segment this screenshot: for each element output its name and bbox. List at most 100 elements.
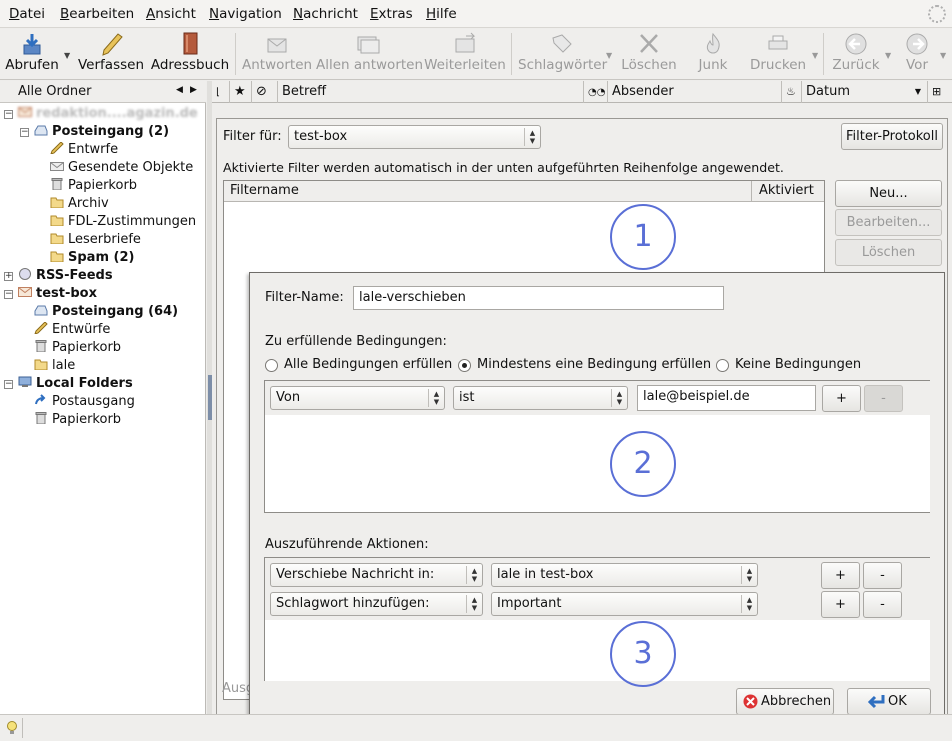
folder-lale[interactable]: lale bbox=[34, 358, 75, 376]
action2-target-select[interactable]: Important ▲ ▼ bbox=[491, 592, 758, 616]
add-action1-button[interactable]: + bbox=[821, 562, 860, 589]
drafts-pencil-icon bbox=[34, 322, 48, 334]
loeschen-filter-button[interactable]: Löschen bbox=[835, 239, 942, 266]
mail-account-icon bbox=[18, 287, 32, 297]
folder-papierkorb-1[interactable]: Papierkorb bbox=[50, 178, 137, 196]
menu-datei[interactable]: Datei bbox=[9, 6, 45, 22]
weiterleiten-button[interactable]: Weiterleiten bbox=[424, 29, 506, 79]
abrufen-button[interactable]: Abrufen bbox=[2, 29, 62, 79]
bearbeiten-button[interactable]: Bearbeiten... bbox=[835, 209, 942, 236]
abrufen-dropdown-icon[interactable]: ▼ bbox=[64, 51, 70, 60]
radio-mindestens-eine[interactable] bbox=[458, 359, 471, 372]
menu-extras[interactable]: Extras bbox=[370, 6, 413, 22]
trash-icon bbox=[35, 340, 47, 352]
neu-button[interactable]: Neu... bbox=[835, 180, 942, 207]
schlagwoerter-button[interactable]: Schlagwörter bbox=[518, 29, 607, 79]
forward-arrow-icon bbox=[906, 33, 928, 55]
junk-column[interactable]: ♨ bbox=[782, 81, 802, 103]
radio-alle-bedingungen[interactable] bbox=[265, 359, 278, 372]
star-column[interactable]: ★ bbox=[230, 81, 252, 103]
condition-field-select[interactable]: Von ▲ ▼ bbox=[270, 386, 445, 410]
folder-view-prev-icon[interactable]: ◀ bbox=[176, 85, 183, 95]
activity-throbber-icon bbox=[928, 5, 946, 23]
folder-spam[interactable]: Spam (2) bbox=[50, 250, 134, 268]
reply-all-icon bbox=[357, 36, 380, 54]
remove-action1-button[interactable]: - bbox=[863, 562, 902, 589]
radio-keine-label[interactable]: Keine Bedingungen bbox=[735, 357, 861, 372]
radio-mindestens-label[interactable]: Mindestens eine Bedingung erfüllen bbox=[477, 357, 711, 372]
filter-protokoll-button[interactable]: Filter-Protokoll bbox=[841, 123, 943, 150]
filter-for-select[interactable]: test-box ▲ ▼ bbox=[288, 125, 541, 149]
loeschen-button[interactable]: Löschen bbox=[618, 29, 680, 79]
radio-alle-label[interactable]: Alle Bedingungen erfüllen bbox=[284, 357, 452, 372]
column-aktiviert[interactable]: Aktiviert bbox=[759, 183, 814, 198]
menu-hilfe[interactable]: Hilfe bbox=[426, 6, 457, 22]
allen-antworten-button[interactable]: Allen antworten bbox=[316, 29, 423, 79]
zurueck-button[interactable]: Zurück bbox=[828, 29, 884, 79]
condition-value-input[interactable]: lale@beispiel.de bbox=[637, 385, 816, 411]
account-local-folders[interactable]: Local Folders bbox=[18, 376, 133, 394]
collapse-local-icon[interactable]: − bbox=[4, 380, 13, 389]
folder-fdl-zustimmungen[interactable]: FDL-Zustimmungen bbox=[50, 214, 196, 232]
action1-target-select[interactable]: lale in test-box ▲ ▼ bbox=[491, 563, 758, 587]
thread-icon: ⌊ bbox=[216, 87, 220, 98]
folder-archiv[interactable]: Archiv bbox=[50, 196, 109, 214]
column-betreff[interactable]: Betreff bbox=[278, 81, 584, 103]
column-filtername[interactable]: Filtername bbox=[230, 183, 299, 198]
drucken-dropdown-icon[interactable]: ▼ bbox=[812, 51, 818, 60]
column-datum[interactable]: Datum ▼ bbox=[802, 81, 928, 103]
folder-papierkorb-3[interactable]: Papierkorb bbox=[34, 412, 121, 430]
remove-action2-button[interactable]: - bbox=[863, 591, 902, 618]
folder-leserbriefe[interactable]: Leserbriefe bbox=[50, 232, 141, 250]
thread-column[interactable]: ⌊ bbox=[212, 81, 230, 103]
folder-gesendete-objekte[interactable]: Gesendete Objekte bbox=[50, 160, 193, 178]
collapse-posteingang1-icon[interactable]: − bbox=[20, 128, 29, 137]
folder-entwrfe[interactable]: Entwrfe bbox=[50, 142, 118, 160]
collapse-account1-icon[interactable]: − bbox=[4, 110, 13, 119]
folder-papierkorb-2[interactable]: Papierkorb bbox=[34, 340, 121, 358]
read-status-column[interactable]: ◔◔ bbox=[584, 81, 608, 103]
folder-posteingang-1[interactable]: Posteingang (2) bbox=[34, 124, 169, 142]
antworten-button[interactable]: Antworten bbox=[242, 29, 312, 79]
folder-entwuerfe[interactable]: Entwürfe bbox=[34, 322, 110, 340]
junk-button[interactable]: Junk bbox=[686, 29, 740, 79]
actions-list[interactable]: Verschiebe Nachricht in: ▲ ▼ lale in test… bbox=[264, 557, 931, 681]
menu-ansicht[interactable]: Ansicht bbox=[146, 6, 196, 22]
filter-name-input[interactable]: lale-verschieben bbox=[353, 286, 724, 310]
expand-rss-icon[interactable]: + bbox=[4, 272, 13, 281]
menu-navigation[interactable]: Navigation bbox=[209, 6, 282, 22]
add-condition-button[interactable]: + bbox=[822, 385, 861, 412]
drucken-button[interactable]: Drucken bbox=[746, 29, 810, 79]
menu-nachricht[interactable]: Nachricht bbox=[293, 6, 358, 22]
vor-dropdown-icon[interactable]: ▼ bbox=[940, 51, 946, 60]
adressbuch-button[interactable]: Adressbuch bbox=[150, 29, 230, 79]
column-picker[interactable]: ⊞ bbox=[928, 81, 952, 103]
add-action2-button[interactable]: + bbox=[821, 591, 860, 618]
zurueck-dropdown-icon[interactable]: ▼ bbox=[885, 51, 891, 60]
account-redaktion[interactable]: redaktion....agazin.de bbox=[18, 106, 198, 124]
remove-condition-button[interactable]: - bbox=[864, 385, 903, 412]
folder-posteingang-2[interactable]: Posteingang (64) bbox=[34, 304, 178, 322]
conditions-label: Zu erfüllende Bedingungen: bbox=[265, 334, 447, 349]
attachment-column[interactable]: ⊘ bbox=[252, 81, 278, 103]
junk-flame-icon: ♨ bbox=[786, 85, 796, 98]
abbrechen-button[interactable]: Abbrechen bbox=[736, 688, 834, 715]
collapse-testbox-icon[interactable]: − bbox=[4, 290, 13, 299]
folder-view-next-icon[interactable]: ▶ bbox=[190, 85, 197, 95]
condition-operator-select[interactable]: ist ▲ ▼ bbox=[453, 386, 628, 410]
conditions-list[interactable]: Von ▲ ▼ ist ▲ ▼ lale@beispiel.de + - bbox=[264, 380, 931, 513]
menu-bearbeiten[interactable]: Bearbeiten bbox=[60, 6, 134, 22]
schlagwoerter-dropdown-icon[interactable]: ▼ bbox=[606, 51, 612, 60]
column-absender[interactable]: Absender bbox=[608, 81, 782, 103]
account-test-box[interactable]: test-box bbox=[18, 286, 97, 304]
vor-button[interactable]: Vor bbox=[897, 29, 937, 79]
splitter-grip[interactable] bbox=[208, 375, 212, 420]
action2-type-select[interactable]: Schlagwort hinzufügen: ▲ ▼ bbox=[270, 592, 483, 616]
verfassen-button[interactable]: Verfassen bbox=[76, 29, 146, 79]
address-book-icon bbox=[183, 32, 198, 55]
account-rss-feeds[interactable]: RSS-Feeds bbox=[18, 268, 113, 286]
action1-type-select[interactable]: Verschiebe Nachricht in: ▲ ▼ bbox=[270, 563, 483, 587]
radio-keine-bedingungen[interactable] bbox=[716, 359, 729, 372]
ok-button[interactable]: OK bbox=[847, 688, 931, 715]
folder-postausgang[interactable]: Postausgang bbox=[34, 394, 135, 412]
